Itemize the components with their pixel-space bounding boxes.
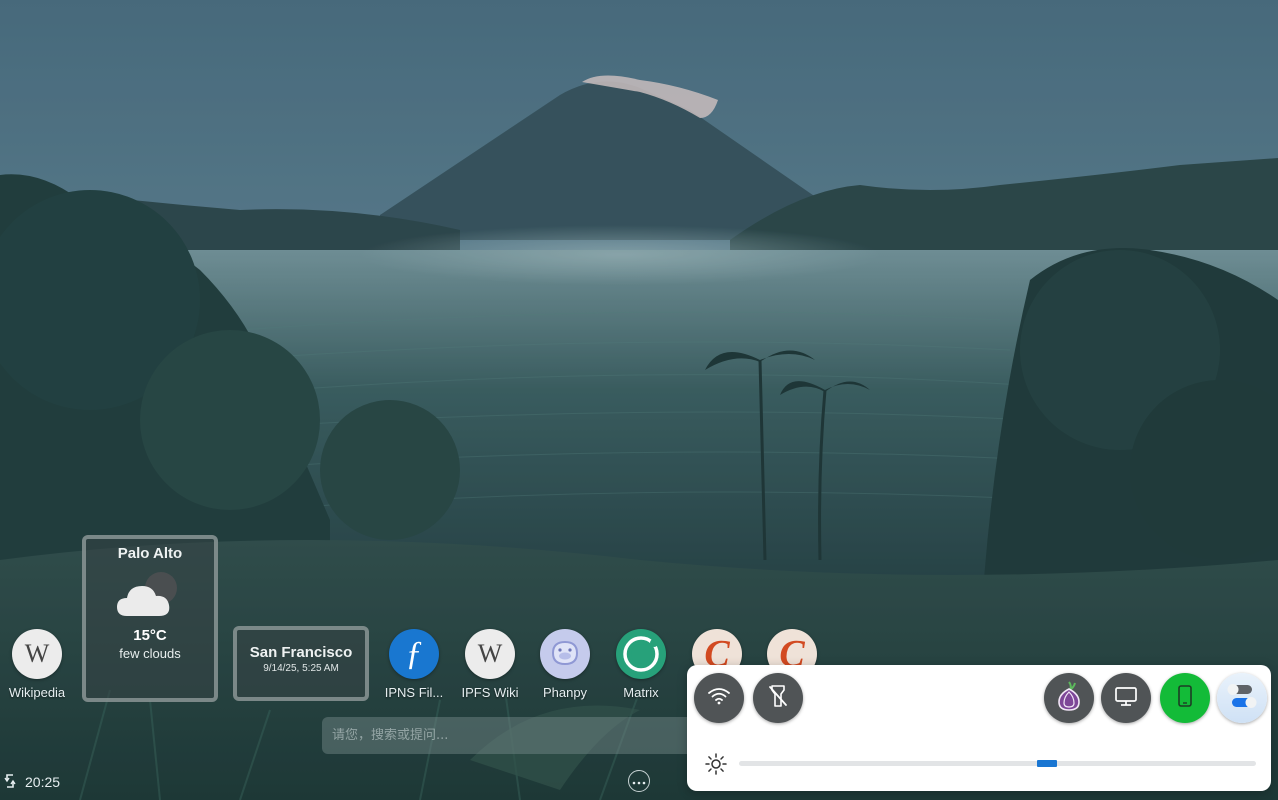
app-label: Wikipedia (8, 685, 66, 700)
app-ipns-filecoin[interactable]: ƒ IPNS Fil... (376, 629, 452, 701)
filecoin-icon: ƒ (389, 629, 439, 679)
desktop-mode-icon (1114, 685, 1138, 712)
weather-temperature: 15°C (133, 627, 167, 644)
matrix-icon (616, 629, 666, 679)
tor-toggle-button[interactable] (1044, 673, 1094, 723)
phone-mode-button[interactable] (1160, 673, 1210, 723)
wikipedia-icon: W (465, 629, 515, 679)
brightness-slider[interactable] (739, 760, 1256, 767)
app-matrix[interactable]: Matrix (603, 629, 679, 701)
quick-settings-panel (687, 665, 1271, 791)
phanpy-icon (540, 629, 590, 679)
app-phanpy[interactable]: Phanpy (527, 629, 603, 701)
flashlight-toggle-button[interactable] (753, 673, 803, 723)
weather-city: San Francisco (249, 644, 353, 661)
settings-toggle-button[interactable] (1217, 673, 1267, 723)
app-label: IPNS Fil... (384, 685, 444, 700)
search-input[interactable] (332, 728, 692, 743)
more-options-button[interactable] (628, 770, 650, 792)
sync-icon (4, 771, 16, 794)
app-label: Phanpy (542, 685, 588, 700)
taskbar-clock[interactable]: 20:25 (4, 772, 60, 792)
wifi-toggle-button[interactable] (694, 673, 744, 723)
wikipedia-icon: W (12, 629, 62, 679)
tor-icon (1056, 680, 1082, 717)
clock-time: 20:25 (25, 774, 61, 790)
cloud-night-icon (115, 570, 185, 625)
search-bar[interactable] (322, 717, 702, 754)
brightness-slider-thumb[interactable] (1037, 760, 1057, 767)
wifi-icon (707, 686, 731, 711)
app-wikipedia[interactable]: W Wikipedia (0, 629, 75, 701)
brightness-icon (704, 752, 728, 781)
weather-widget-san-francisco[interactable]: San Francisco 9/14/25, 5:25 AM (233, 626, 369, 701)
weather-description: few clouds (119, 646, 181, 661)
weather-widget-palo-alto[interactable]: Palo Alto 15°C few clouds (82, 535, 218, 702)
app-label: IPFS Wiki (461, 685, 519, 700)
weather-datetime: 9/14/25, 5:25 AM (263, 663, 339, 674)
settings-toggle-icon (1225, 679, 1259, 718)
weather-city: Palo Alto (117, 545, 183, 562)
app-ipfs-wiki[interactable]: W IPFS Wiki (452, 629, 528, 701)
desktop-mode-button[interactable] (1101, 673, 1151, 723)
flashlight-off-icon (767, 684, 789, 713)
more-horizontal-icon (632, 772, 646, 790)
app-label: Matrix (623, 685, 659, 700)
phone-mode-icon (1177, 684, 1193, 713)
